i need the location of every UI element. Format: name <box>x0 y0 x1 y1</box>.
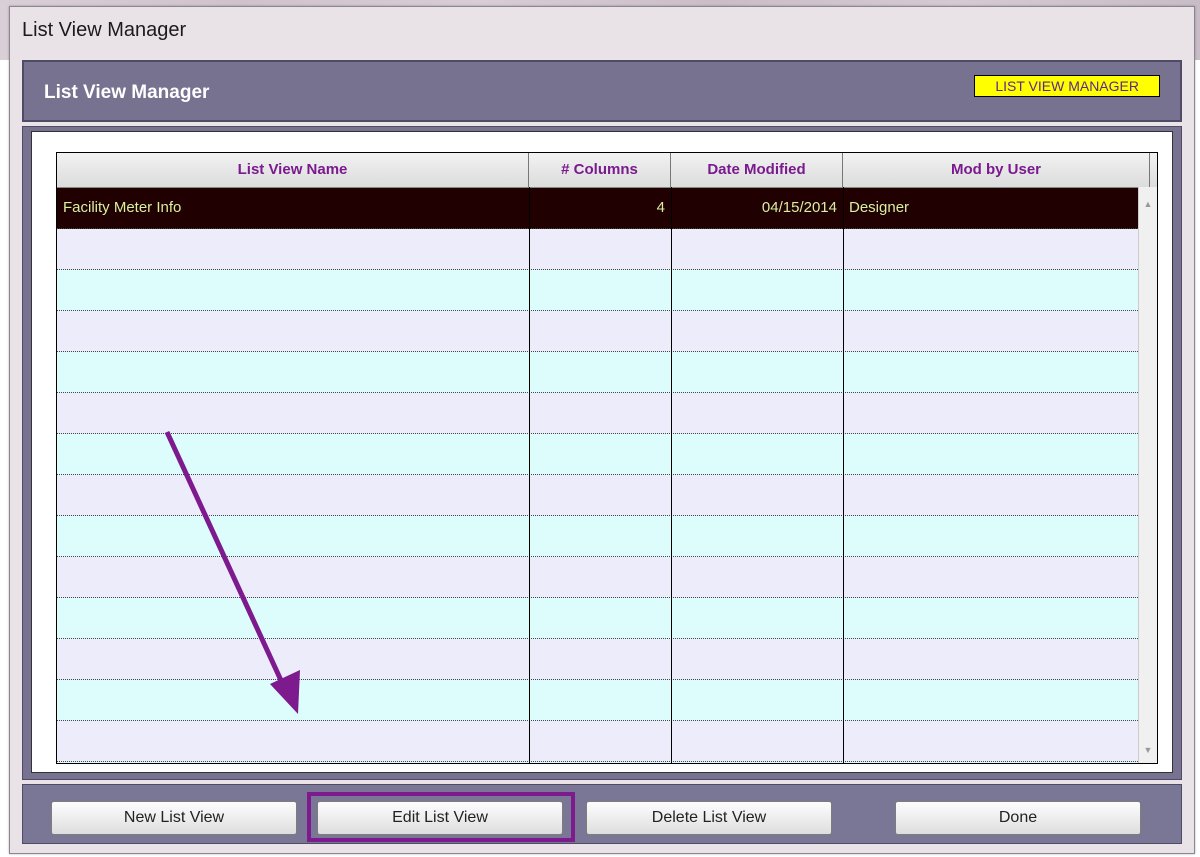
empty-table-row[interactable] <box>57 721 1150 762</box>
column-header-list-view-name[interactable]: List View Name <box>57 153 529 187</box>
empty-table-row[interactable] <box>57 311 1150 352</box>
column-header-date-modified[interactable]: Date Modified <box>671 153 843 187</box>
empty-table-row[interactable] <box>57 475 1150 516</box>
list-view-manager-window: List View Manager List View Manager LIST… <box>9 6 1195 854</box>
header-bar: List View Manager LIST VIEW MANAGER <box>22 60 1182 122</box>
cell-list-view-name: Facility Meter Info <box>63 199 182 216</box>
empty-table-row[interactable] <box>57 680 1150 721</box>
cell-mod-by-user: Designer <box>849 199 910 216</box>
column-header-columns[interactable]: # Columns <box>529 153 671 187</box>
grid-frame: List View Name # Columns Date Modified M… <box>22 126 1182 780</box>
delete-list-view-button[interactable]: Delete List View <box>586 801 832 835</box>
cell-columns: 4 <box>656 199 665 216</box>
empty-table-row[interactable] <box>57 393 1150 434</box>
list-view-table: List View Name # Columns Date Modified M… <box>56 152 1158 764</box>
button-bar: New List View Edit List View Delete List… <box>22 784 1182 844</box>
page-title: List View Manager <box>44 82 210 103</box>
done-button[interactable]: Done <box>895 801 1141 835</box>
column-divider <box>529 187 530 763</box>
cell-date-modified: 04/15/2014 <box>761 199 837 216</box>
empty-table-row[interactable] <box>57 434 1150 475</box>
scroll-down-icon[interactable]: ▼ <box>1139 741 1157 759</box>
edit-list-view-button[interactable]: Edit List View <box>317 801 563 835</box>
column-header-mod-by-user[interactable]: Mod by User <box>843 153 1150 187</box>
window-title: List View Manager <box>22 19 187 41</box>
header-badge: LIST VIEW MANAGER <box>974 75 1160 97</box>
empty-table-row[interactable] <box>57 352 1150 393</box>
empty-table-row[interactable] <box>57 762 1150 763</box>
empty-table-row[interactable] <box>57 270 1150 311</box>
empty-table-row[interactable] <box>57 229 1150 270</box>
empty-table-row[interactable] <box>57 639 1150 680</box>
empty-table-row[interactable] <box>57 598 1150 639</box>
table-header: List View Name # Columns Date Modified M… <box>57 153 1157 188</box>
column-divider <box>843 187 844 763</box>
scroll-up-icon[interactable]: ▲ <box>1139 195 1157 213</box>
table-row[interactable]: Facility Meter Info 4 04/15/2014 Designe… <box>57 188 1150 229</box>
vertical-scrollbar[interactable]: ▲ ▼ <box>1138 187 1157 763</box>
new-list-view-button[interactable]: New List View <box>51 801 297 835</box>
empty-table-row[interactable] <box>57 516 1150 557</box>
empty-table-row[interactable] <box>57 557 1150 598</box>
grid-inner-frame: List View Name # Columns Date Modified M… <box>31 131 1173 773</box>
column-divider <box>671 187 672 763</box>
